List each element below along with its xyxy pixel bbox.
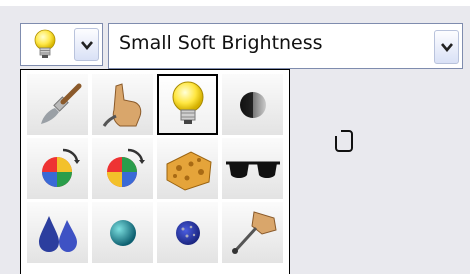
- sunglasses-icon: [225, 161, 280, 178]
- chevron-down-icon: [80, 40, 93, 50]
- brush-cell-hand-pen[interactable]: [222, 202, 283, 263]
- teal-sphere-icon: [109, 219, 136, 246]
- finger-smudge-icon: [102, 82, 141, 127]
- current-tool-lightbulb-icon: [25, 28, 65, 62]
- chevron-down-icon: [440, 43, 453, 52]
- brush-cell-finger-smudge[interactable]: [92, 74, 153, 135]
- brush-cell-sponge[interactable]: [157, 138, 218, 199]
- brush-cell-lightbulb[interactable]: [157, 74, 218, 135]
- brush-cell-sunglasses[interactable]: [222, 138, 283, 199]
- tool-selector[interactable]: [20, 23, 103, 66]
- brush-dropdown-button[interactable]: [434, 30, 459, 64]
- water-drops-icon: [38, 215, 77, 252]
- lightbulb-icon: [172, 81, 203, 124]
- brush-cell-dark-sphere[interactable]: [222, 74, 283, 135]
- brush-grid-panel: [20, 69, 290, 274]
- hand-pen-icon: [231, 210, 277, 254]
- brush-cell-paintbrush[interactable]: [27, 74, 88, 135]
- tool-dropdown-button[interactable]: [74, 28, 99, 61]
- sponge-icon: [166, 150, 212, 191]
- brush-cell-color-wheel[interactable]: [27, 138, 88, 199]
- brush-dropdown[interactable]: Small Soft Brightness: [108, 23, 463, 69]
- color-wheel-rotate-icon: [41, 148, 80, 187]
- dark-sphere-icon: [239, 91, 266, 118]
- paintbrush-icon: [40, 83, 81, 124]
- brush-cell-teal-sphere[interactable]: [92, 202, 153, 263]
- brush-dropdown-value: Small Soft Brightness: [119, 32, 323, 54]
- brush-cell-water-drops[interactable]: [27, 202, 88, 263]
- top-strip: [0, 0, 470, 6]
- color-wheel-rotate-alt-icon: [106, 148, 145, 187]
- cursor-outline: [335, 130, 353, 152]
- blue-sphere-icon: [175, 220, 200, 245]
- brush-cell-blue-sphere[interactable]: [157, 202, 218, 263]
- brush-cell-color-wheel-alt[interactable]: [92, 138, 153, 199]
